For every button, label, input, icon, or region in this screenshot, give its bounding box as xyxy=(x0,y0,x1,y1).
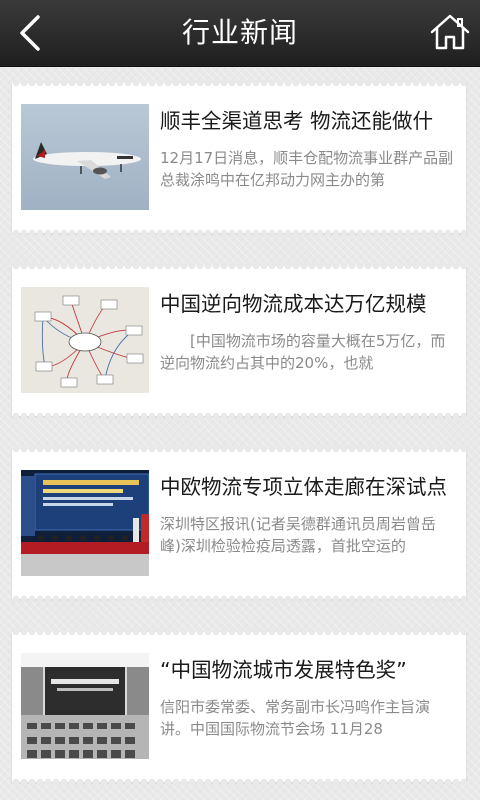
page-title: 行业新闻 xyxy=(181,16,298,49)
news-thumbnail xyxy=(21,287,149,393)
home-icon xyxy=(430,14,470,50)
forum-stage-photo xyxy=(21,470,149,576)
conference-hall-photo xyxy=(21,653,149,759)
news-summary: 深圳特区报讯(记者吴德群通讯员周岩曾岳峰)深圳检验检疫局透露，首批空运的 xyxy=(160,515,436,555)
news-thumbnail xyxy=(21,653,149,759)
news-item[interactable]: 中欧物流专项立体走廊在深试点 深圳特区报讯(记者吴德群通讯员周岩曾岳峰)深圳检验… xyxy=(12,445,466,603)
home-button[interactable] xyxy=(428,10,472,54)
airplane-photo xyxy=(21,104,149,210)
news-item[interactable]: 顺丰全渠道思考 物流还能做什 12月17日消息，顺丰仓配物流事业群产品副总裁涂鸣… xyxy=(12,79,466,237)
top-bar: 行业新闻 xyxy=(0,0,480,67)
news-summary: 12月17日消息，顺丰仓配物流事业群产品副总裁涂鸣中在亿邦动力网主办的第 xyxy=(160,149,454,189)
news-summary: 信阳市委常委、常务副市长冯鸣作主旨演讲。中国国际物流节会场 11月28 xyxy=(160,698,431,738)
news-summary: [中国物流市场的容量大概在5万亿，而逆向物流约占其中的20%，也就 xyxy=(160,332,446,372)
news-thumbnail xyxy=(21,470,149,576)
news-item[interactable]: “中国物流城市发展特色奖” 信阳市委常委、常务副市长冯鸣作主旨演讲。中国国际物流… xyxy=(12,628,466,786)
news-title: “中国物流城市发展特色奖” xyxy=(160,658,407,682)
news-list: 顺丰全渠道思考 物流还能做什 12月17日消息，顺丰仓配物流事业群产品副总裁涂鸣… xyxy=(0,66,480,800)
logistics-diagram xyxy=(21,287,149,393)
news-title: 中欧物流专项立体走廊在深试点 xyxy=(160,475,447,499)
news-thumbnail xyxy=(21,104,149,210)
news-title: 顺丰全渠道思考 物流还能做什 xyxy=(160,109,434,133)
news-title: 中国逆向物流成本达万亿规模 xyxy=(160,292,427,316)
news-item[interactable]: 中国逆向物流成本达万亿规模 [中国物流市场的容量大概在5万亿，而逆向物流约占其中… xyxy=(12,262,466,420)
